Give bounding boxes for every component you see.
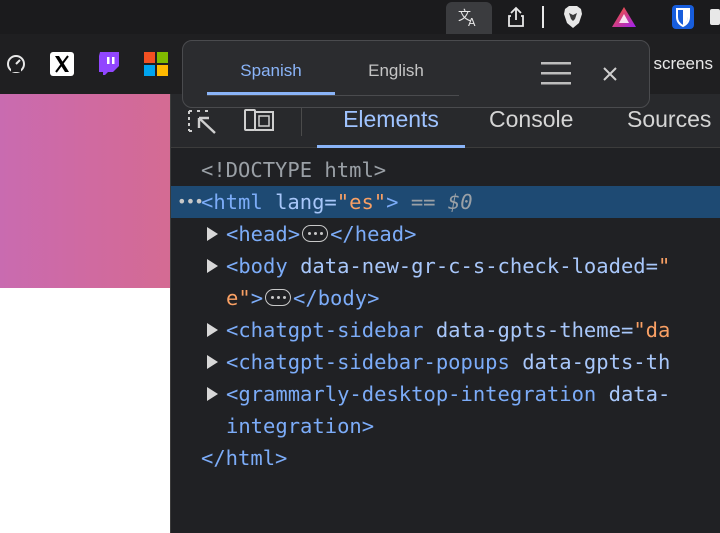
bookmark-label-truncated[interactable]: : screens (644, 54, 713, 74)
expand-triangle-icon[interactable] (207, 259, 218, 273)
page-banner (0, 94, 170, 288)
dom-node-doctype[interactable]: <!DOCTYPE html> (171, 154, 720, 186)
sidebar-open-tag: <chatgpt-sidebar (226, 318, 424, 342)
grammarly-attr-name: data- (608, 382, 671, 406)
dom-node-chatgpt-sidebar[interactable]: <chatgpt-sidebar data-gpts-theme="da (171, 314, 720, 346)
dom-node-html-close[interactable]: </html> (171, 442, 720, 474)
inspect-element-icon[interactable] (185, 106, 219, 136)
dom-node-head[interactable]: <head> </head> (171, 218, 720, 250)
browser-toolbar: 文 A (0, 0, 720, 34)
bookmark-gauge-icon[interactable] (0, 48, 32, 80)
bitwarden-icon[interactable] (668, 0, 698, 34)
head-open-tag: <head> (226, 222, 301, 246)
tab-english[interactable]: English (335, 61, 457, 95)
html-bracket: > (386, 190, 399, 214)
sidebar-attr-value: "da (633, 318, 671, 342)
grammarly-open-tag: <grammarly-desktop-integration (226, 382, 597, 406)
device-toolbar-icon[interactable] (243, 106, 277, 136)
dom-node-grammarly-cont[interactable]: integration> (171, 410, 720, 442)
head-close-tag: </head> (330, 222, 417, 246)
menu-icon[interactable] (539, 59, 573, 89)
popups-open-tag: <chatgpt-sidebar-popups (226, 350, 510, 374)
devtools-divider (301, 106, 302, 136)
dom-node-chatgpt-sidebar-popups[interactable]: <chatgpt-sidebar-popups data-gpts-th (171, 346, 720, 378)
dom-node-body-cont[interactable]: e"> </body> (171, 282, 720, 314)
sidebar-attr-name: data-gpts-theme= (435, 318, 634, 342)
body-bracket: > (250, 286, 264, 310)
bookmark-x-icon[interactable] (46, 48, 78, 80)
expand-triangle-icon[interactable] (207, 227, 218, 241)
body-close-tag: </body> (293, 286, 380, 310)
translate-icon[interactable]: 文 A (446, 2, 492, 34)
tab-spanish[interactable]: Spanish (207, 61, 335, 95)
collapsed-ellipsis-icon[interactable] (302, 224, 329, 242)
collapsed-ellipsis-icon[interactable] (265, 288, 292, 306)
popups-attr-name: data-gpts-th (522, 350, 671, 374)
svg-text:A: A (468, 16, 476, 28)
tab-sources[interactable]: Sources (627, 106, 711, 148)
bookmark-twitch-icon[interactable] (93, 48, 125, 80)
page-viewport[interactable] (0, 94, 170, 533)
dom-node-body[interactable]: <body data-new-gr-c-s-check-loaded=" (171, 250, 720, 282)
grammarly-cont-text: integration> (226, 414, 375, 438)
body-attr-value-start: " (657, 254, 671, 278)
body-attr-name: data-new-gr-c-s-check-loaded= (300, 254, 658, 278)
selected-marker: == $0 (410, 190, 473, 214)
expand-triangle-icon[interactable] (207, 355, 218, 369)
body-open-tag: <body (226, 254, 288, 278)
devtools-panel: Elements Console Sources <!DOCTYPE html>… (170, 94, 720, 533)
body-attr-value-end: e" (226, 286, 251, 310)
tab-console[interactable]: Console (489, 106, 573, 148)
dom-node-html[interactable]: ••• <html lang="es"> == $0 (171, 186, 720, 218)
html-attr-name: lang= (275, 190, 337, 214)
brave-rewards-icon[interactable] (606, 0, 642, 34)
expand-triangle-icon[interactable] (207, 323, 218, 337)
dom-node-grammarly[interactable]: <grammarly-desktop-integration data- (171, 378, 720, 410)
tab-divider (207, 95, 459, 96)
html-attr-value: "es" (336, 190, 387, 214)
more-options-icon[interactable]: ••• (177, 186, 204, 218)
toolbar-divider (542, 6, 544, 28)
brave-shield-icon[interactable] (556, 0, 590, 34)
expand-triangle-icon[interactable] (207, 387, 218, 401)
tab-elements[interactable]: Elements (317, 106, 465, 148)
extension-overflow-icon[interactable] (708, 0, 720, 34)
html-open-tag: <html (201, 190, 263, 214)
html-close-tag: </html> (201, 446, 288, 470)
translate-popup: Spanish English (182, 40, 650, 108)
share-icon[interactable] (500, 0, 532, 34)
bookmark-microsoft-icon[interactable] (140, 48, 172, 80)
doctype-text: <!DOCTYPE html> (201, 158, 387, 182)
close-icon[interactable] (597, 61, 623, 87)
